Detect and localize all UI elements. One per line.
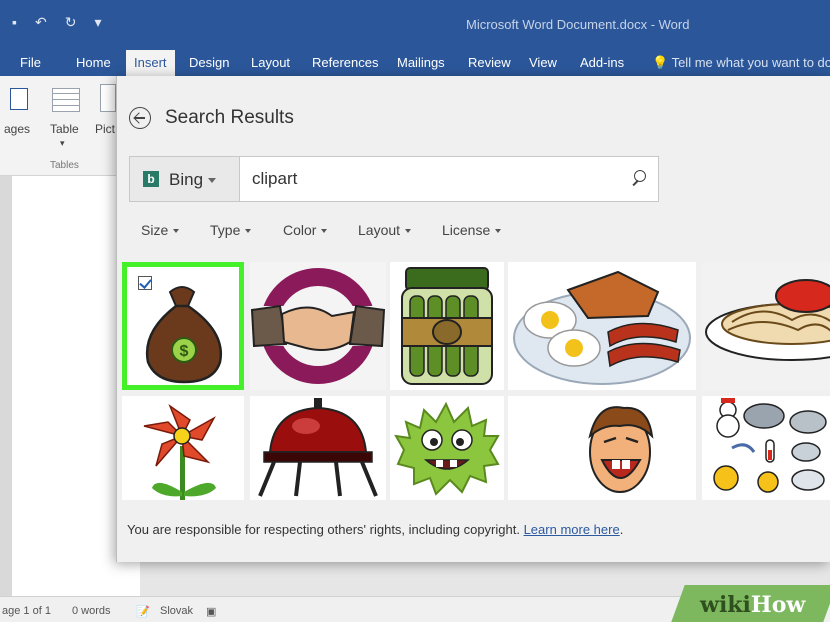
svg-text:$: $ [180,343,189,360]
chevron-down-icon[interactable]: ▾ [60,138,65,149]
table-icon[interactable] [52,88,80,112]
window-title: Microsoft Word Document.docx - Word [466,17,690,32]
tab-layout[interactable]: Layout [251,55,290,70]
chevron-down-icon [321,229,328,234]
filter-type[interactable]: Type [210,222,252,238]
page-count[interactable]: age 1 of 1 [2,605,51,617]
copyright-text: You are responsible for respecting other… [127,522,520,537]
result-handshake[interactable] [250,262,386,390]
word-count[interactable]: 0 words [72,605,111,617]
pickle-jar-icon [401,267,493,385]
tab-file[interactable]: File [20,55,41,70]
language[interactable]: Slovak [160,605,193,617]
weather-icons-icon [713,398,827,493]
chevron-down-icon [495,229,502,234]
table-label[interactable]: Table [50,122,79,136]
tab-design[interactable]: Design [189,55,229,70]
copyright-period: . [619,522,624,537]
chevron-down-icon [208,178,217,184]
redo-icon[interactable]: ↻ [65,14,77,31]
tab-insert[interactable]: Insert [126,50,175,76]
provider-label: Bing [169,170,204,189]
lightbulb-icon: 💡 [652,55,669,70]
bing-logo-icon: b [143,171,159,187]
selected-checkbox[interactable] [138,276,152,290]
tab-mailings[interactable]: Mailings [397,55,445,70]
wikihow-logo: wikiHow [700,592,805,618]
result-pickle-jar[interactable] [390,262,504,390]
result-money-bag[interactable]: $ [122,262,244,390]
title-bar: ▪ ↶ ↻ ▾ Microsoft Word Document.docx - W… [0,0,830,46]
filter-color[interactable]: Color [283,222,328,238]
result-laughing-face[interactable] [508,396,696,500]
search-input[interactable] [252,166,612,192]
filter-type-label: Type [210,222,241,238]
back-arrow-icon[interactable] [129,107,151,129]
result-spaghetti[interactable] [702,262,830,390]
flower-icon [143,403,216,500]
provider-dropdown[interactable]: b Bing [130,157,240,201]
breakfast-icon [513,270,691,385]
dialog-title: Search Results [165,107,294,128]
wikihow-logo-part2: How [750,592,806,618]
handshake-icon [250,268,386,384]
result-breakfast[interactable] [508,262,696,390]
result-flower[interactable] [122,396,244,500]
filter-license[interactable]: License [442,222,502,238]
laughing-face-icon [588,406,654,493]
ribbon-tabs: File Home Insert Design Layout Reference… [0,46,830,76]
filter-size-label: Size [141,222,169,238]
chevron-down-icon [405,229,412,234]
search-bar: b Bing [129,156,659,202]
tab-home[interactable]: Home [76,55,111,70]
tab-references[interactable]: References [312,55,378,70]
result-grill[interactable] [250,396,386,500]
group-tables-label: Tables [50,160,79,171]
copyright-notice: You are responsible for respecting other… [127,522,623,537]
learn-more-link[interactable]: Learn more here [524,522,620,537]
pictures-icon[interactable] [100,84,116,112]
green-monster-icon [394,401,500,496]
results-grid: $ [122,262,830,500]
filter-color-label: Color [283,222,317,238]
tell-me-label: Tell me what you want to do [671,55,830,70]
tab-review[interactable]: Review [468,55,511,70]
tab-view[interactable]: View [529,55,557,70]
spaghetti-icon [705,279,830,361]
tab-add-ins[interactable]: Add-ins [580,55,624,70]
filter-layout-label: Layout [358,222,401,238]
search-icon[interactable] [626,166,652,192]
search-results-dialog: Search Results b Bing Size Type Color La… [116,76,830,562]
grill-icon [258,398,378,497]
pages-icon[interactable] [10,88,28,110]
pages-label: ages [4,122,31,136]
pictures-label[interactable]: Pict [95,122,115,136]
macro-icon[interactable]: ▣ [206,605,216,618]
undo-icon[interactable]: ↶ [35,14,47,31]
quick-access-toolbar: ▪ ↶ ↻ ▾ [12,14,101,31]
tell-me-box[interactable]: 💡 Tell me what you want to do [652,55,830,71]
chevron-down-icon [245,229,252,234]
save-icon[interactable]: ▪ [12,14,17,31]
filter-size[interactable]: Size [141,222,180,238]
vertical-ruler [0,176,12,596]
proofing-icon[interactable]: 📝 [136,605,150,618]
customize-qat-icon[interactable]: ▾ [94,14,101,31]
chevron-down-icon [173,229,180,234]
result-weather-icons[interactable] [702,396,830,500]
filter-license-label: License [442,222,491,238]
filter-layout[interactable]: Layout [358,222,412,238]
wikihow-logo-part1: wiki [700,592,751,618]
result-green-monster[interactable] [390,396,504,500]
